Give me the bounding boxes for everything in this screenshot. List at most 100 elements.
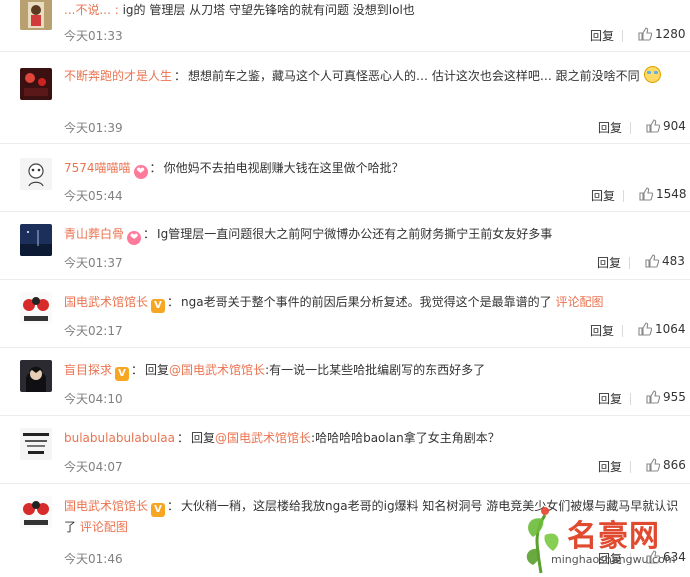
thumbs-up-icon [645,254,659,268]
like-count: 904 [663,119,686,133]
fan-badge-icon: ❤ [127,231,142,245]
comment-body: 国电武术馆馆长 V： nga老哥关于整个事件的前因后果分析复述。我觉得这个是最靠谱的… [64,292,684,313]
like-button[interactable]: 955 [646,390,686,404]
avatar[interactable] [20,360,52,392]
colon-separator: ： [131,363,144,377]
comment-image-link[interactable]: 评论配图 [555,295,603,309]
reply-button[interactable]: 回复 [590,27,614,44]
avatar[interactable] [20,0,52,30]
avatar[interactable] [20,158,52,190]
username-link[interactable]: 7574喵喵喵 [64,161,131,175]
comment-time: 今天01:46 [64,552,123,566]
username-link[interactable]: ...不说... : [64,3,119,17]
comment-text: :有一说一比某些哈批编剧写的东西好多了 [265,363,486,377]
comment-item: bulabulabulabulaa：回复@国电武术馆馆长:哈哈哈哈baolan拿… [0,416,690,484]
reply-button[interactable]: 回复 [590,322,614,339]
mention-link[interactable]: @国电武术馆馆长 [215,431,311,445]
thumbs-up-icon [638,322,652,336]
comment-body: 盲目探求 V：回复@国电武术馆馆长:有一说一比某些哈批编剧写的东西好多了 [64,360,684,381]
reply-button[interactable]: 回复 [598,119,622,136]
comment-time: 今天04:07 [64,460,123,474]
like-button[interactable]: 1548 [639,187,687,201]
thumbs-up-icon [646,119,660,133]
like-button[interactable]: 1064 [638,322,686,336]
comment-text: 你他妈不去拍电视剧赚大钱在这里做个哈批？ [163,161,404,175]
comment-body: ...不说... : ig的 管理层 从刀塔 守望先锋啥的就有问题 没想到lol… [64,0,684,21]
username-link[interactable]: 盲目探求 [64,363,112,377]
thumbs-up-icon [639,187,653,201]
action-divider [630,553,631,565]
like-button[interactable]: 483 [645,254,685,268]
avatar[interactable] [20,428,52,460]
comment-image-link[interactable]: 评论配图 [80,520,128,534]
thumbs-up-icon [646,390,660,404]
comment-item: 国电武术馆馆长 V：大伙稍一稍，这层楼给我放nga老哥的ig爆料 知名树洞号 游电… [0,484,690,577]
verified-badge-icon: V [151,299,166,313]
comment-body: 国电武术馆馆长 V：大伙稍一稍，这层楼给我放nga老哥的ig爆料 知名树洞号 游电… [64,496,682,538]
colon-separator: ： [167,499,180,513]
thumbs-up-icon [638,27,652,41]
comment-time: 今天02:17 [64,324,123,338]
thumbs-up-icon [646,550,660,564]
comment-text: Ig管理层一直问题很大之前阿宁微博办公还有之前财务撕宁王前女友好多事 [157,227,553,241]
avatar[interactable] [20,68,52,100]
username-link[interactable]: 国电武术馆馆长 [64,295,148,309]
avatar[interactable] [20,496,52,528]
like-button[interactable]: 866 [646,458,686,472]
reply-prefix: 回复 [145,363,170,377]
comment-item: ...不说... : ig的 管理层 从刀塔 守望先锋啥的就有问题 没想到lol… [0,0,690,52]
comment-text: ig的 管理层 从刀塔 守望先锋啥的就有问题 没想到lol也 [122,3,415,17]
username-link[interactable]: 青山葬白骨 [64,227,124,241]
verified-badge-icon: V [151,503,166,517]
username-link[interactable]: 国电武术馆馆长 [64,499,148,513]
reply-button[interactable]: 回复 [597,254,621,271]
thumbs-up-icon [646,458,660,472]
fan-badge-icon: ❤ [133,165,148,179]
comment-time: 今天05:44 [64,189,123,203]
reply-button[interactable]: 回复 [598,390,622,407]
comment-body: 不断奔跑的才是人生：想想前车之鉴，藏马这个人可真怪恶心人的… 估计这次也会这样吧… [64,66,684,87]
action-divider [622,325,623,337]
reply-button[interactable]: 回复 [591,187,615,204]
comment-time: 今天01:37 [64,256,123,270]
comment-body: 青山葬白骨 ❤： Ig管理层一直问题很大之前阿宁微博办公还有之前财务撕宁王前女友好多… [64,224,684,245]
comment-text: :哈哈哈哈baolan拿了女主角剧本？ [311,431,500,445]
avatar[interactable] [20,292,52,324]
avatar[interactable] [20,224,52,256]
comment-time: 今天01:33 [64,29,123,43]
mention-link[interactable]: @国电武术馆馆长 [169,363,265,377]
colon-separator: ： [143,227,156,241]
action-divider [622,30,623,42]
like-count: 483 [662,254,685,268]
action-divider [630,393,631,405]
like-button[interactable]: 1280 [638,27,686,41]
verified-badge-icon: V [115,367,130,381]
comment-item: 国电武术馆馆长 V： nga老哥关于整个事件的前因后果分析复述。我觉得这个是最靠谱的… [0,280,690,348]
like-count: 955 [663,390,686,404]
reply-prefix: 回复 [191,431,216,445]
like-button[interactable]: 904 [646,119,686,133]
colon-separator: ： [167,295,180,309]
like-count: 634 [663,550,686,564]
like-button[interactable]: 634 [646,550,686,564]
username-link[interactable]: bulabulabulabulaa [64,431,175,445]
comment-item: 7574喵喵喵 ❤：你他妈不去拍电视剧赚大钱在这里做个哈批？ 今天05:44 回复… [0,144,690,212]
like-count: 1280 [655,27,686,41]
reply-button[interactable]: 回复 [598,458,622,475]
colon-separator: ： [177,431,190,445]
comment-text: nga老哥关于整个事件的前因后果分析复述。我觉得这个是最靠谱的了 [181,295,552,309]
comment-body: bulabulabulabulaa：回复@国电武术馆馆长:哈哈哈哈baolan拿… [64,428,684,449]
comment-item: 不断奔跑的才是人生：想想前车之鉴，藏马这个人可真怪恶心人的… 估计这次也会这样吧… [0,52,690,144]
username-link[interactable]: 不断奔跑的才是人生 [64,69,172,83]
comment-time: 今天01:39 [64,121,123,135]
comment-body: 7574喵喵喵 ❤：你他妈不去拍电视剧赚大钱在这里做个哈批？ [64,158,684,179]
action-divider [623,190,624,202]
action-divider [630,122,631,134]
comment-item: 青山葬白骨 ❤： Ig管理层一直问题很大之前阿宁微博办公还有之前财务撕宁王前女友好多… [0,212,690,280]
colon-separator: ： [149,161,162,175]
like-count: 1064 [655,322,686,336]
reply-button[interactable]: 回复 [598,550,622,567]
action-divider [630,461,631,473]
colon-separator: ： [174,69,187,83]
emoji-icon [643,66,661,83]
